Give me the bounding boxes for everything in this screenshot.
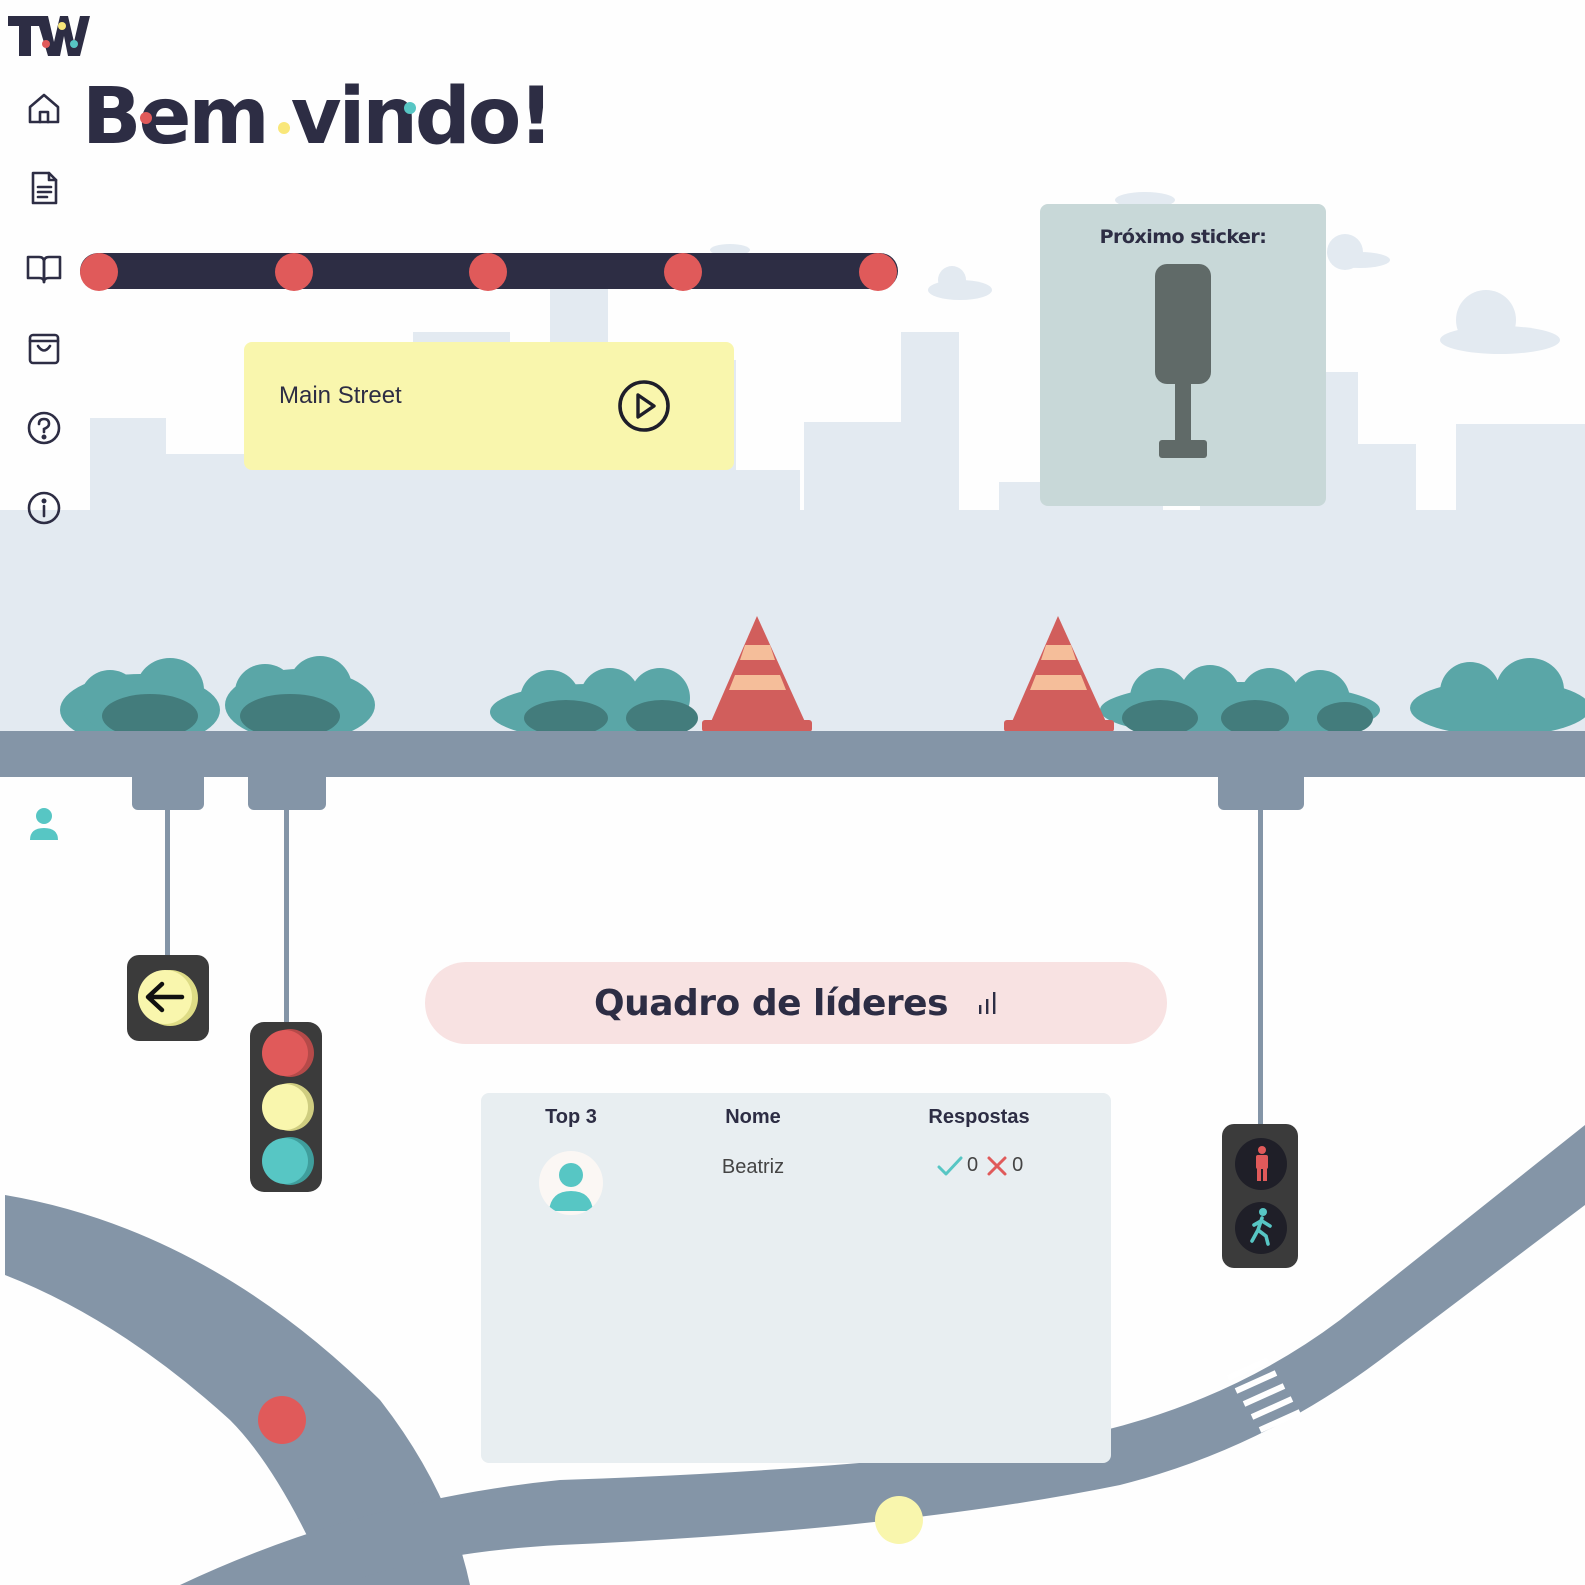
progress-step-4[interactable] — [664, 253, 702, 291]
correct-count: 0 — [967, 1154, 979, 1176]
check-icon — [937, 1156, 963, 1175]
user-avatar-icon — [539, 1151, 603, 1215]
user-icon[interactable] — [28, 806, 60, 842]
arrow-light — [127, 955, 209, 1041]
cross-icon — [987, 1156, 1007, 1175]
title-dot-yellow — [278, 122, 290, 134]
column-header-top3: Top 3 — [545, 1106, 597, 1128]
leaderboard-title: Quadro de líderes — [594, 982, 949, 1024]
row-name: Beatriz — [721, 1156, 785, 1178]
progress-step-3[interactable] — [469, 253, 507, 291]
leaderboard-table: Top 3 Nome Respostas Beatriz 0 0 — [481, 1093, 1111, 1463]
level-name: Main Street — [279, 382, 402, 409]
progress-step-1[interactable] — [80, 253, 118, 291]
column-header-name: Nome — [725, 1106, 781, 1128]
app-logo[interactable]: TW — [6, 12, 90, 58]
progress-step-5[interactable] — [859, 253, 897, 291]
page-title: Bem vindo! — [82, 72, 554, 162]
welcome-text: Bem vindo! — [82, 72, 554, 162]
shopping-bag-icon[interactable] — [24, 328, 64, 368]
traffic-light-silhouette-icon — [1155, 264, 1211, 458]
level-card[interactable]: Main Street — [244, 342, 734, 470]
leaderboard-header: Quadro de líderes — [425, 962, 1167, 1044]
play-icon[interactable] — [616, 378, 672, 434]
help-icon[interactable] — [24, 408, 64, 448]
document-icon[interactable] — [24, 168, 64, 208]
progress-step-2[interactable] — [275, 253, 313, 291]
sticker-title: Próximo sticker: — [1099, 226, 1267, 248]
book-icon[interactable] — [24, 248, 64, 288]
wrong-count: 0 — [1012, 1154, 1024, 1176]
column-header-answers: Respostas — [928, 1106, 1030, 1128]
info-icon[interactable] — [24, 488, 64, 528]
next-sticker-card: Próximo sticker: — [1040, 204, 1326, 506]
home-icon[interactable] — [24, 88, 64, 128]
title-dot-red — [140, 112, 152, 124]
title-dot-teal — [404, 102, 416, 114]
bar-chart-icon — [979, 992, 996, 1014]
row-answers: 0 0 — [937, 1154, 1023, 1177]
